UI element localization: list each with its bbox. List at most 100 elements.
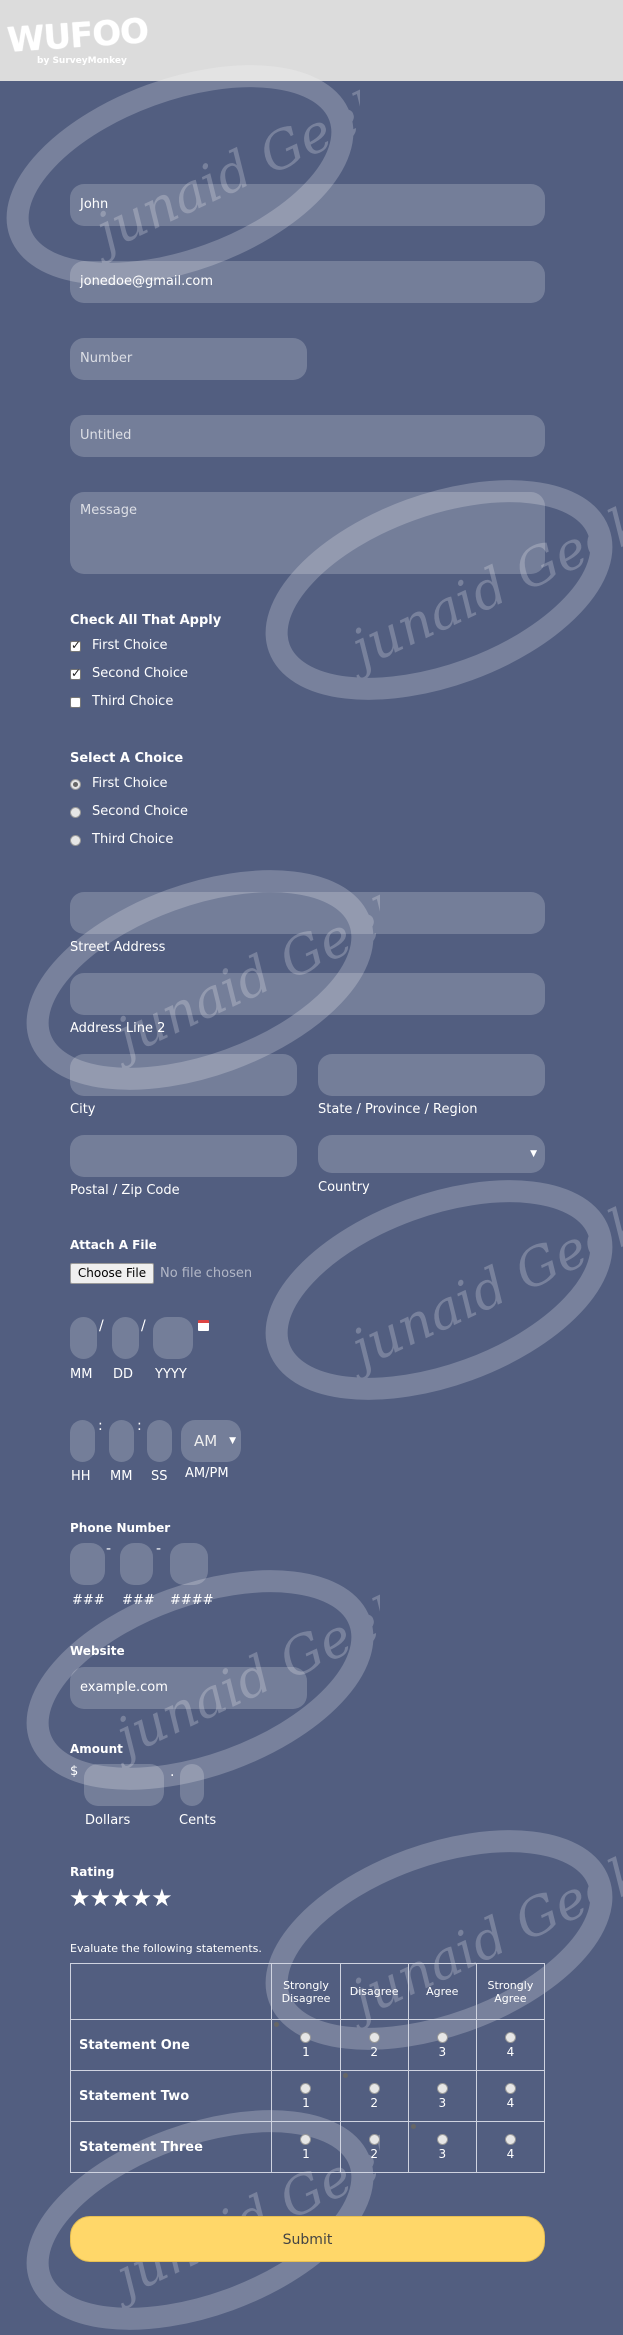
city-label: City xyxy=(70,1102,96,1117)
matrix-radio[interactable] xyxy=(368,2082,380,2094)
time-second-input[interactable] xyxy=(147,1420,172,1462)
radio-third-label: Third Choice xyxy=(92,832,174,847)
choose-file-button[interactable]: Choose File xyxy=(70,1263,154,1284)
matrix-corner xyxy=(69,1963,273,2020)
number-field[interactable]: Number xyxy=(70,338,307,380)
checkbox-first[interactable] xyxy=(70,638,81,652)
city-input[interactable] xyxy=(70,1054,297,1096)
matrix-column-header: Agree xyxy=(407,1963,477,2020)
phone-prefix-label: ### xyxy=(122,1593,155,1608)
phone-line-label: #### xyxy=(170,1593,214,1608)
calendar-icon[interactable] xyxy=(198,1320,209,1331)
radio-second[interactable] xyxy=(70,807,81,818)
time-separator: : xyxy=(98,1418,103,1434)
country-select[interactable]: ▼ xyxy=(318,1135,545,1173)
phone-line-input[interactable] xyxy=(170,1543,208,1585)
radio-third[interactable] xyxy=(70,835,81,846)
matrix-cell[interactable]: 2 xyxy=(339,2019,409,2071)
matrix-cell[interactable]: 4 xyxy=(475,2019,546,2071)
cents-label: Cents xyxy=(179,1813,217,1828)
radio-section-title: Select A Choice xyxy=(70,751,184,766)
radio-second-label: Second Choice xyxy=(92,804,189,819)
matrix-cell[interactable]: 2 xyxy=(339,2121,409,2173)
wufoo-logo[interactable]: WUFOO by SurveyMonkey xyxy=(6,11,150,68)
matrix-radio[interactable] xyxy=(300,2082,312,2094)
matrix-cell[interactable]: 1 xyxy=(271,2121,341,2173)
dollars-input[interactable] xyxy=(84,1764,164,1806)
website-input[interactable]: example.com xyxy=(70,1667,307,1709)
zip-input[interactable] xyxy=(70,1135,297,1177)
matrix-cell[interactable]: 4 xyxy=(475,2121,546,2173)
matrix-number: 2 xyxy=(370,2095,378,2110)
message-textarea[interactable]: Message xyxy=(70,492,545,574)
matrix-cell[interactable]: 4 xyxy=(475,2070,546,2122)
date-separator: / xyxy=(99,1318,104,1334)
matrix-column-header: Strongly Agree xyxy=(475,1963,546,2020)
matrix-column-header: Strongly Disagree xyxy=(271,1963,341,2020)
radio-first-label: First Choice xyxy=(92,776,168,791)
name-field[interactable]: John xyxy=(70,184,545,226)
checkbox-second-label: Second Choice xyxy=(92,666,189,681)
matrix-number: 2 xyxy=(370,2146,378,2161)
matrix-radio[interactable] xyxy=(368,2133,380,2145)
amount-separator: . xyxy=(170,1764,175,1780)
ampm-label: AM/PM xyxy=(185,1466,229,1481)
logo-tagline: by SurveyMonkey xyxy=(37,56,127,66)
matrix-cell[interactable]: 3 xyxy=(407,2019,477,2071)
state-input[interactable] xyxy=(318,1054,545,1096)
matrix-radio[interactable] xyxy=(436,2133,448,2145)
matrix-radio[interactable] xyxy=(436,2031,448,2043)
matrix-cell[interactable]: 3 xyxy=(407,2070,477,2122)
ampm-value: AM xyxy=(194,1432,218,1450)
date-day-input[interactable] xyxy=(112,1317,139,1359)
matrix-row-label: Statement Three xyxy=(69,2121,273,2173)
matrix-number: 3 xyxy=(438,2095,447,2110)
matrix-radio[interactable] xyxy=(504,2031,516,2043)
chevron-down-icon: ▼ xyxy=(530,1149,537,1159)
logo-wordmark: WUFOO xyxy=(5,11,150,61)
matrix-row-label: Statement One xyxy=(69,2019,273,2071)
checkbox-third-label: Third Choice xyxy=(92,694,174,709)
matrix-radio[interactable] xyxy=(504,2082,516,2094)
phone-separator: - xyxy=(106,1541,112,1557)
matrix-row-label: Statement Two xyxy=(69,2070,273,2122)
matrix-cell[interactable]: 1 xyxy=(271,2019,341,2071)
matrix-radio[interactable] xyxy=(436,2082,448,2094)
time-minute-input[interactable] xyxy=(109,1420,134,1462)
rating-stars[interactable]: ★★★★★ xyxy=(69,1884,173,1912)
matrix-cell[interactable]: 1 xyxy=(271,2070,341,2122)
checkbox-third[interactable] xyxy=(70,697,81,708)
matrix-radio[interactable] xyxy=(368,2031,380,2043)
address-line2-label: Address Line 2 xyxy=(70,1021,166,1036)
radio-first[interactable] xyxy=(70,779,81,790)
watermark-logo: junaid Geek xyxy=(265,1180,623,1400)
checkbox-second[interactable] xyxy=(70,666,81,680)
submit-button[interactable]: Submit xyxy=(70,2216,545,2262)
untitled-field[interactable]: Untitled xyxy=(70,415,545,457)
phone-prefix-input[interactable] xyxy=(120,1543,153,1585)
email-field[interactable]: jonedoe@gmail.com xyxy=(70,261,545,303)
matrix-radio[interactable] xyxy=(504,2133,516,2145)
amount-section-title: Amount xyxy=(70,1742,123,1756)
date-year-label: YYYY xyxy=(155,1367,187,1382)
time-hour-input[interactable] xyxy=(70,1420,95,1462)
ampm-select[interactable]: AM ▼ xyxy=(181,1420,241,1462)
date-year-input[interactable] xyxy=(153,1317,193,1359)
matrix-number: 1 xyxy=(302,2095,310,2110)
country-label: Country xyxy=(318,1180,370,1195)
matrix-number: 2 xyxy=(370,2044,378,2059)
matrix-radio[interactable] xyxy=(300,2031,312,2043)
checkbox-first-label: First Choice xyxy=(92,638,168,653)
address-line2-input[interactable] xyxy=(70,973,545,1015)
date-month-input[interactable] xyxy=(70,1317,97,1359)
street-address-input[interactable] xyxy=(70,892,545,934)
date-day-label: DD xyxy=(113,1367,134,1382)
matrix-radio[interactable] xyxy=(300,2133,312,2145)
dollars-label: Dollars xyxy=(85,1813,131,1828)
cents-input[interactable] xyxy=(180,1764,204,1806)
matrix-cell[interactable]: 2 xyxy=(339,2070,409,2122)
matrix-number: 1 xyxy=(302,2146,310,2161)
matrix-cell[interactable]: 3 xyxy=(407,2121,477,2173)
likert-matrix: Strongly Disagree Disagree Agree Strongl… xyxy=(69,1963,546,2173)
phone-area-input[interactable] xyxy=(70,1543,105,1585)
